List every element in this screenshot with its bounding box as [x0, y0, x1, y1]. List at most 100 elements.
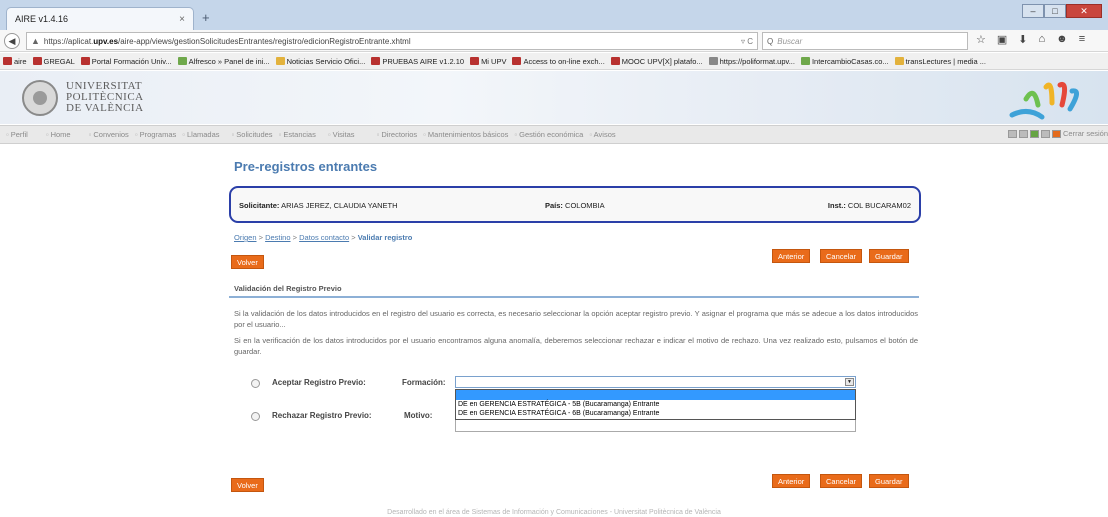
main-menu: Perfil Home Convenios Programas Llamadas… — [0, 125, 1108, 144]
browser-toolbar-icons: ☆ ▣ ⬇ ⌂ ☻ ≡ — [976, 33, 1085, 46]
menu-icon[interactable]: ≡ — [1079, 33, 1085, 46]
bookmark-item[interactable]: Noticias Servicio Ofici... — [275, 56, 366, 66]
menu-item-convenios[interactable]: Convenios — [89, 130, 128, 139]
logout-icon[interactable] — [1051, 129, 1061, 138]
reload-icon[interactable]: ▿ C — [741, 37, 753, 46]
volver-button[interactable]: Volver — [231, 255, 264, 269]
menu-item-solicitudes[interactable]: Solicitudes — [232, 130, 272, 139]
bookmark-item[interactable]: https://poliformat.upv... — [708, 56, 795, 66]
pais-label: País: — [545, 201, 563, 210]
maximize-window-button[interactable]: □ — [1044, 4, 1066, 18]
bookmark-item[interactable]: Mi UPV — [470, 57, 506, 66]
bookmark-label: GREGAL — [43, 56, 75, 66]
settings-icon[interactable] — [1029, 129, 1039, 138]
browser-tab[interactable]: AIRE v1.4.16 × — [6, 7, 194, 30]
volver-button-bottom[interactable]: Volver — [231, 478, 264, 492]
bookmark-label: Portal Formación Univ... — [91, 56, 172, 66]
download-icon[interactable]: ⬇ — [1018, 33, 1027, 46]
solicitante-label: Solicitante: — [239, 201, 280, 210]
chat-icon[interactable]: ☻ — [1056, 33, 1068, 46]
chevron-down-icon[interactable]: ▼ — [845, 378, 854, 386]
new-tab-button[interactable]: + — [202, 10, 210, 25]
menu-item-perfil[interactable]: Perfil — [6, 130, 28, 139]
upv-icon — [80, 57, 90, 65]
menu-item-avisos[interactable]: Avisos — [589, 130, 616, 139]
upv-icon — [470, 57, 480, 65]
logout-link[interactable]: Cerrar sesión — [1063, 129, 1108, 138]
upv-icon — [3, 57, 12, 65]
menu-item-home[interactable]: Home — [46, 130, 71, 139]
anterior-button-bottom[interactable]: Anterior — [772, 474, 811, 488]
menu-item-mantenimientos[interactable]: Mantenimientos básicos — [423, 130, 508, 139]
anterior-button[interactable]: Anterior — [772, 249, 811, 263]
alfresco-icon — [177, 57, 187, 65]
dropdown-option[interactable]: DE en GERENCIA ESTRATÉGICA - 6B (Bucaram… — [456, 409, 855, 418]
menu-item-estancias[interactable]: Estancias — [279, 130, 316, 139]
language-en-icon[interactable] — [1018, 129, 1028, 138]
language-es-icon[interactable] — [1007, 129, 1017, 138]
menu-item-llamadas[interactable]: Llamadas — [182, 130, 220, 139]
bookmark-item[interactable]: Portal Formación Univ... — [80, 56, 172, 66]
bookmark-item[interactable]: MOOC UPV[X] platafo... — [610, 56, 703, 66]
inst-field: Inst.: COL BUCARAM02 — [828, 201, 911, 210]
url-domain: upv.es — [93, 36, 119, 46]
bookmark-label: Noticias Servicio Ofici... — [286, 56, 366, 66]
breadcrumb-origen[interactable]: Origen — [234, 233, 257, 242]
accept-radio[interactable] — [251, 379, 260, 388]
menu-item-directorios[interactable]: Directorios — [377, 130, 417, 139]
bookmark-item[interactable]: transLectures | media ... — [894, 57, 986, 66]
back-arrow-icon[interactable]: ◀ — [4, 33, 20, 49]
minimize-window-button[interactable]: – — [1022, 4, 1044, 18]
reject-label: Rechazar Registro Previo: — [272, 411, 372, 420]
motivo-textarea[interactable] — [455, 420, 856, 432]
cancelar-button-bottom[interactable]: Cancelar — [820, 474, 863, 488]
university-name-line3: DE VALÈNCIA — [66, 102, 144, 114]
bookmark-label: IntercambioCasas.co... — [811, 56, 889, 66]
solicitante-value: ARIAS JEREZ, CLAUDIA YANETH — [281, 201, 398, 210]
dropdown-option[interactable]: DE en GERENCIA ESTRATÉGICA - 5B (Bucaram… — [456, 400, 855, 409]
site-info-icon[interactable]: ▲ — [31, 36, 40, 46]
bookmark-label: https://poliformat.upv... — [719, 56, 795, 66]
bookmark-item[interactable]: Access to on-line exch... — [512, 56, 605, 66]
bookmark-item[interactable]: PRUEBAS AIRE v1.2.10 — [371, 57, 464, 66]
window-controls: – □ ✕ — [1022, 4, 1102, 18]
section-divider — [229, 296, 919, 298]
bookmark-item[interactable]: aire — [3, 57, 27, 66]
menu-item-visitas[interactable]: Visitas — [328, 130, 355, 139]
close-window-button[interactable]: ✕ — [1066, 4, 1102, 18]
bookmarks-list-icon[interactable]: ▣ — [997, 33, 1007, 46]
reject-radio[interactable] — [251, 412, 260, 421]
bookmark-item[interactable]: IntercambioCasas.co... — [800, 56, 889, 66]
breadcrumb-destino[interactable]: Destino — [265, 233, 290, 242]
university-name[interactable]: UNIVERSITAT POLITÈCNICA DE VALÈNCIA — [66, 81, 144, 114]
breadcrumb-datos-contacto[interactable]: Datos contacto — [299, 233, 349, 242]
accept-label: Aceptar Registro Previo: — [272, 378, 366, 387]
tab-title: AIRE v1.4.16 — [15, 14, 69, 24]
bookmark-label: MOOC UPV[X] platafo... — [621, 56, 703, 66]
bookmark-item[interactable]: GREGAL — [32, 56, 75, 66]
bookmarks-bar: aire GREGAL Portal Formación Univ... Alf… — [0, 53, 1108, 70]
help-icon[interactable] — [1040, 129, 1050, 138]
url-path: /aire-app/views/gestionSolicitudesEntran… — [118, 36, 411, 46]
search-input[interactable]: Q Buscar — [762, 32, 968, 50]
upv-icon — [610, 57, 620, 65]
cancelar-button[interactable]: Cancelar — [820, 249, 863, 263]
site-header: UNIVERSITAT POLITÈCNICA DE VALÈNCIA — [0, 71, 1108, 124]
hands-decoration-icon — [1009, 82, 1079, 120]
address-bar[interactable]: ▲ https://aplicat.upv.es/aire-app/views/… — [26, 32, 758, 50]
close-tab-icon[interactable]: × — [179, 14, 185, 25]
home-icon[interactable]: ⌂ — [1039, 33, 1046, 46]
guardar-button-bottom[interactable]: Guardar — [869, 474, 909, 488]
dropdown-option-empty[interactable] — [456, 390, 855, 400]
university-seal-icon[interactable] — [22, 80, 58, 116]
bookmark-item[interactable]: Alfresco » Panel de ini... — [177, 56, 270, 66]
bookmark-label: Access to on-line exch... — [523, 56, 605, 66]
breadcrumb-current: Validar registro — [357, 233, 413, 242]
bookmark-label: Alfresco » Panel de ini... — [188, 56, 270, 66]
menu-item-gestion-economica[interactable]: Gestión económica — [514, 130, 583, 139]
bookmark-star-icon[interactable]: ☆ — [976, 33, 986, 46]
formacion-select[interactable]: ▼ — [455, 376, 856, 388]
inst-label: Inst.: — [827, 201, 846, 210]
menu-item-programas[interactable]: Programas — [135, 130, 177, 139]
guardar-button[interactable]: Guardar — [869, 249, 909, 263]
